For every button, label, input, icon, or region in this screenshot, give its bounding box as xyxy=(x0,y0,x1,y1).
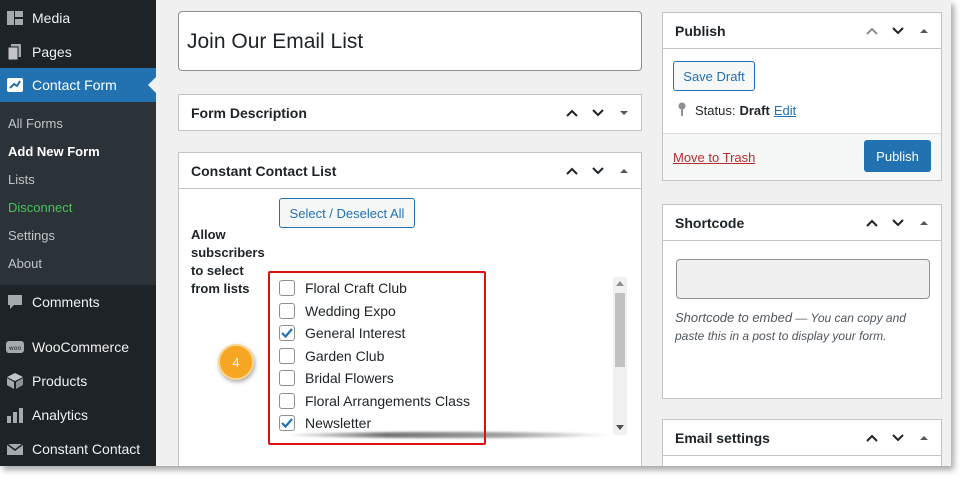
move-up-icon[interactable] xyxy=(559,158,585,184)
sidebar-item-label: Comments xyxy=(32,294,100,310)
toggle-panel-icon[interactable] xyxy=(611,158,637,184)
sidebar-item-label: Contact Form xyxy=(32,77,117,93)
move-up-icon[interactable] xyxy=(859,425,885,451)
shortcode-description-lead: Shortcode to embed xyxy=(675,310,793,325)
constant-contact-list-header[interactable]: Constant Contact List xyxy=(179,153,641,189)
sidebar-item-label: Products xyxy=(32,373,88,389)
sidebar-item-label: Analytics xyxy=(32,407,89,423)
woocommerce-icon: woo xyxy=(6,338,24,356)
publish-header[interactable]: Publish xyxy=(663,13,941,49)
products-icon xyxy=(6,372,24,390)
move-up-icon[interactable] xyxy=(859,210,885,236)
pages-icon xyxy=(6,43,24,61)
email-settings-title: Email settings xyxy=(675,429,770,446)
form-title-input[interactable]: Join Our Email List xyxy=(178,11,642,71)
move-down-icon[interactable] xyxy=(885,210,911,236)
toggle-panel-icon[interactable] xyxy=(611,100,637,126)
contact-form-icon xyxy=(6,76,24,94)
wp-admin-window: Media Pages Contact Form All Forms Add N… xyxy=(0,0,951,466)
shortcode-header[interactable]: Shortcode xyxy=(663,205,941,241)
move-down-icon[interactable] xyxy=(885,425,911,451)
publish-button[interactable]: Publish xyxy=(864,140,931,172)
highlight-box xyxy=(268,271,486,445)
sidebar-item-label: Media xyxy=(32,10,71,26)
comments-icon xyxy=(6,293,24,311)
sidebar-item-woocommerce[interactable]: woo WooCommerce xyxy=(0,330,156,364)
analytics-icon xyxy=(6,406,24,424)
move-to-trash-link[interactable]: Move to Trash xyxy=(673,150,755,165)
sidebar-item-pages[interactable]: Pages xyxy=(0,35,156,69)
move-up-icon[interactable] xyxy=(859,18,885,44)
move-up-icon[interactable] xyxy=(559,100,585,126)
shortcode-field[interactable] xyxy=(676,259,930,299)
allow-subscribers-label: Allow subscribers to select from lists xyxy=(191,227,265,296)
submenu-disconnect[interactable]: Disconnect xyxy=(8,200,72,215)
sidebar-item-label: Pages xyxy=(32,44,72,60)
sidebar-item-analytics[interactable]: Analytics xyxy=(0,398,156,432)
scroll-up-icon[interactable] xyxy=(616,281,624,286)
form-description-title: Form Description xyxy=(191,105,307,121)
shortcode-description: Shortcode to embed — You can copy and pa… xyxy=(675,309,935,345)
publish-title: Publish xyxy=(675,22,726,39)
submenu-all-forms[interactable]: All Forms xyxy=(8,116,63,131)
email-settings-header[interactable]: Email settings xyxy=(663,420,941,456)
form-title-text: Join Our Email List xyxy=(187,30,364,53)
publish-actions: Move to Trash Publish xyxy=(663,133,941,180)
status-value: Draft xyxy=(739,103,770,118)
form-description-box: Form Description xyxy=(178,94,642,131)
media-icon xyxy=(6,9,24,27)
toggle-panel-icon[interactable] xyxy=(911,210,937,236)
admin-sidebar: Media Pages Contact Form All Forms Add N… xyxy=(0,0,156,466)
move-down-icon[interactable] xyxy=(585,100,611,126)
submenu-add-new-form[interactable]: Add New Form xyxy=(8,144,100,159)
save-draft-button[interactable]: Save Draft xyxy=(673,61,755,91)
move-down-icon[interactable] xyxy=(885,18,911,44)
sidebar-item-label: WooCommerce xyxy=(32,339,129,355)
sidebar-item-contact-form[interactable]: Contact Form xyxy=(0,68,156,102)
sidebar-item-constant-contact[interactable]: Constant Contact xyxy=(0,432,156,466)
shortcode-title: Shortcode xyxy=(675,214,745,231)
scroll-thumb[interactable] xyxy=(615,293,625,367)
form-description-header[interactable]: Form Description xyxy=(179,95,641,131)
post-status: Status: Draft Edit xyxy=(677,102,796,119)
submenu-lists[interactable]: Lists xyxy=(8,172,35,187)
step-callout: 4 xyxy=(218,344,254,380)
shortcode-box: Shortcode Shortcode to embed — You can c… xyxy=(662,204,942,399)
submenu-about[interactable]: About xyxy=(8,256,42,271)
email-settings-box: Email settings xyxy=(662,419,942,466)
status-label: Status: xyxy=(695,103,736,118)
sidebar-item-products[interactable]: Products xyxy=(0,364,156,398)
move-down-icon[interactable] xyxy=(585,158,611,184)
list-scrollbar[interactable] xyxy=(613,277,627,435)
constant-contact-list-title: Constant Contact List xyxy=(191,162,337,179)
scroll-down-icon[interactable] xyxy=(616,425,624,430)
pin-icon xyxy=(677,102,687,119)
toggle-panel-icon[interactable] xyxy=(911,425,937,451)
toggle-panel-icon[interactable] xyxy=(911,18,937,44)
sidebar-item-label: Constant Contact xyxy=(32,441,141,457)
mail-icon xyxy=(6,440,24,458)
contact-form-submenu: All Forms Add New Form Lists Disconnect … xyxy=(0,102,156,285)
svg-text:woo: woo xyxy=(9,345,22,352)
select-deselect-all-button[interactable]: Select / Deselect All xyxy=(279,198,415,228)
edit-status-link[interactable]: Edit xyxy=(774,103,796,118)
publish-box: Publish Save Draft Status: Draft Edit Mo… xyxy=(662,12,942,181)
submenu-settings[interactable]: Settings xyxy=(8,228,55,243)
sidebar-item-media[interactable]: Media xyxy=(0,1,156,35)
sidebar-item-comments[interactable]: Comments xyxy=(0,285,156,319)
